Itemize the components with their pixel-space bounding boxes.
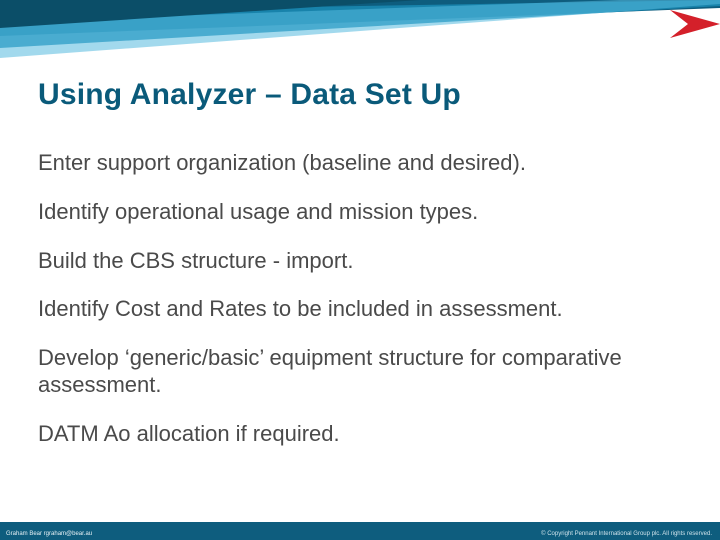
bullet-item: Build the CBS structure - import.: [38, 248, 678, 275]
footer-copyright: © Copyright Pennant International Group …: [541, 531, 712, 537]
bullet-item: Identify Cost and Rates to be included i…: [38, 296, 678, 323]
footer-author: Graham Bear rgraham@bear.au: [6, 531, 92, 537]
bullet-item: Enter support organization (baseline and…: [38, 150, 678, 177]
header-banner: [0, 0, 720, 80]
slide-title: Using Analyzer – Data Set Up: [38, 78, 461, 112]
bullet-item: Identify operational usage and mission t…: [38, 199, 678, 226]
slide-body: Enter support organization (baseline and…: [38, 150, 678, 470]
footer-bar: Graham Bear rgraham@bear.au © Copyright …: [0, 522, 720, 540]
bullet-item: Develop ‘generic/basic’ equipment struct…: [38, 345, 678, 399]
bullet-item: DATM Ao allocation if required.: [38, 421, 678, 448]
